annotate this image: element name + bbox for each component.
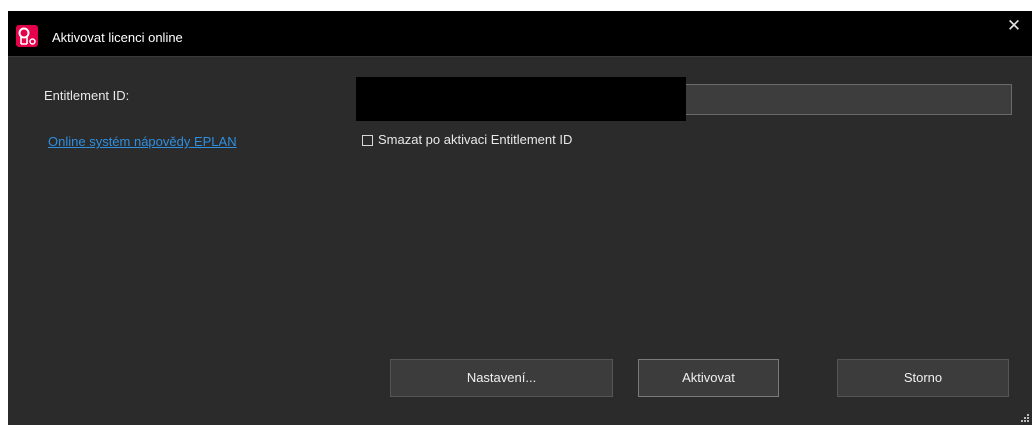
title-bar: Aktivovat licenci online ✕ [8,11,1032,57]
activation-dialog: Aktivovat licenci online ✕ Entitlement I… [8,11,1032,425]
help-link[interactable]: Online systém nápovědy EPLAN [48,134,237,150]
redacted-block [356,77,686,121]
cancel-button[interactable]: Storno [837,359,1009,397]
activate-button[interactable]: Aktivovat [638,359,779,397]
checkbox-label: Smazat po aktivaci Entitlement ID [378,132,573,147]
settings-button[interactable]: Nastavení... [390,359,613,397]
eplan-license-icon [16,25,38,47]
close-icon[interactable]: ✕ [996,11,1032,41]
window-title: Aktivovat licenci online [52,30,183,45]
resize-grip-icon[interactable] [1020,413,1030,423]
entitlement-id-label: Entitlement ID: [44,88,130,103]
checkbox-icon[interactable] [362,134,373,146]
delete-after-activation-checkbox[interactable]: Smazat po aktivaci Entitlement ID [362,131,572,149]
